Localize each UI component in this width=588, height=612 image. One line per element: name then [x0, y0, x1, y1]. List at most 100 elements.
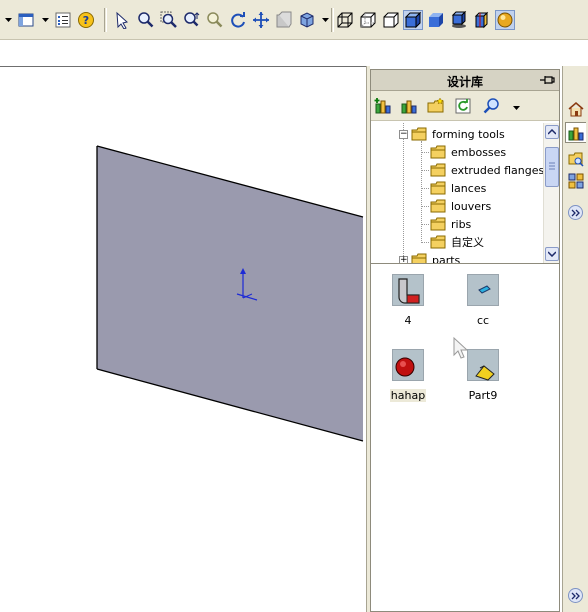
- file-item[interactable]: hahap: [383, 349, 433, 402]
- standard-views-icon: [300, 12, 314, 28]
- folder-icon: [430, 163, 446, 177]
- small-part-icon: [467, 274, 499, 306]
- add-file-location-icon: [401, 100, 417, 114]
- zoom-to-fit-button[interactable]: [136, 10, 156, 30]
- file-explorer-icon: [568, 152, 584, 167]
- file-label: cc: [476, 314, 490, 327]
- folder-icon: [430, 181, 446, 195]
- rotate-icon: [231, 12, 245, 28]
- tree-guide: [421, 242, 429, 243]
- tree-guide: [421, 224, 429, 225]
- tree-expander[interactable]: +: [399, 256, 408, 263]
- tree-guide: [421, 188, 429, 189]
- svg-text:?: ?: [83, 14, 89, 27]
- tree-item-custom[interactable]: 自定义: [430, 233, 484, 251]
- hidden-lines-removed-button[interactable]: [381, 10, 401, 30]
- new-folder-button[interactable]: [426, 97, 446, 115]
- shaded-with-edges-icon: [404, 11, 422, 29]
- main-toolbar: ?: [0, 0, 588, 40]
- tree-item-ribs[interactable]: ribs: [430, 215, 471, 233]
- search-icon: [483, 98, 499, 114]
- rotate-button[interactable]: [228, 10, 248, 30]
- tree-item-louvers[interactable]: louvers: [430, 197, 491, 215]
- tree-scrollbar[interactable]: [543, 123, 559, 263]
- pan-icon: [253, 12, 269, 28]
- tree-item-extruded-flanges[interactable]: extruded flanges: [430, 161, 544, 179]
- viewport-border: [0, 66, 366, 67]
- zoom-to-selection-icon: [207, 12, 223, 28]
- dropdown-arrow-icon[interactable]: [5, 17, 12, 23]
- 3d-drawing-view-button[interactable]: [274, 10, 294, 30]
- file-label: Part9: [468, 389, 498, 402]
- tree-item-label: embosses: [451, 145, 507, 159]
- sheet-metal-plane[interactable]: [0, 41, 366, 612]
- tab-resources[interactable]: [565, 98, 586, 119]
- tree-expander[interactable]: −: [399, 130, 408, 139]
- grip-icon: [549, 162, 555, 170]
- dropdown-arrow-icon[interactable]: [513, 105, 520, 111]
- tree-guide: [403, 123, 404, 263]
- tab-file-explorer[interactable]: [565, 148, 586, 169]
- file-label: hahap: [389, 389, 427, 402]
- tree-item-lances[interactable]: lances: [430, 179, 486, 197]
- toolbar-separator: [331, 8, 334, 32]
- dropdown-arrow-icon[interactable]: [42, 17, 49, 23]
- zoom-area-button[interactable]: [159, 10, 179, 30]
- home-icon: [568, 101, 583, 116]
- shaded-icon: [429, 13, 443, 27]
- add-file-location-button[interactable]: [399, 97, 419, 115]
- tree-item-embosses[interactable]: embosses: [430, 143, 506, 161]
- double-chevron-right-icon: [571, 209, 580, 216]
- tree-guide: [421, 170, 429, 171]
- refresh-icon: [455, 98, 471, 114]
- tree-item-label: ribs: [451, 217, 472, 231]
- standard-views-button[interactable]: [297, 10, 317, 30]
- tab-view-palette[interactable]: [565, 170, 586, 191]
- scroll-up-button[interactable]: [545, 125, 559, 139]
- design-library-icon: [568, 127, 584, 140]
- section-view-icon: [474, 11, 489, 29]
- realview-button[interactable]: [495, 10, 515, 30]
- view-panel-icon: [18, 13, 34, 27]
- pan-button[interactable]: [251, 10, 271, 30]
- tree-item-parts[interactable]: parts: [411, 251, 460, 263]
- tree-guide: [421, 206, 429, 207]
- select-button[interactable]: [113, 10, 133, 30]
- scroll-down-button[interactable]: [545, 247, 559, 261]
- zoom-to-selection-button[interactable]: [205, 10, 225, 30]
- graphics-viewport[interactable]: [0, 41, 366, 612]
- search-button[interactable]: [481, 97, 501, 115]
- shaded-button[interactable]: [426, 10, 446, 30]
- hidden-lines-visible-icon: [360, 12, 376, 28]
- zoom-in-out-button[interactable]: [182, 10, 202, 30]
- view-palette-icon: [568, 173, 583, 188]
- hidden-lines-removed-icon: [383, 12, 399, 28]
- wireframe-button[interactable]: [335, 10, 355, 30]
- file-item[interactable]: cc: [458, 274, 508, 327]
- folder-icon: [430, 145, 446, 159]
- tab-design-library[interactable]: [565, 122, 586, 143]
- shaded-with-edges-button[interactable]: [403, 10, 423, 30]
- help-button[interactable]: ?: [76, 10, 96, 30]
- collapse-pane-button[interactable]: [568, 588, 583, 603]
- tree-item-label: lances: [451, 181, 487, 195]
- add-to-library-button[interactable]: [373, 97, 393, 115]
- view-panel-button[interactable]: [16, 10, 36, 30]
- folder-icon: [430, 199, 446, 213]
- dropdown-arrow-icon[interactable]: [322, 17, 329, 23]
- zoom-area-icon: [160, 11, 177, 28]
- expand-tabs-button[interactable]: [568, 205, 583, 220]
- realview-icon: [497, 12, 513, 28]
- section-view-button[interactable]: [472, 10, 492, 30]
- scroll-thumb[interactable]: [545, 147, 559, 187]
- pin-icon[interactable]: [539, 74, 555, 86]
- tree-item-forming-tools[interactable]: forming tools: [411, 125, 505, 143]
- hidden-lines-visible-button[interactable]: [358, 10, 378, 30]
- library-tree: − forming tools embosses extruded flange…: [371, 123, 559, 264]
- folder-icon: [411, 253, 427, 263]
- zoom-in-out-icon: [184, 12, 200, 27]
- file-item[interactable]: 4: [383, 274, 433, 327]
- shadows-button[interactable]: [449, 10, 469, 30]
- refresh-button[interactable]: [453, 97, 473, 115]
- properties-button[interactable]: [53, 10, 73, 30]
